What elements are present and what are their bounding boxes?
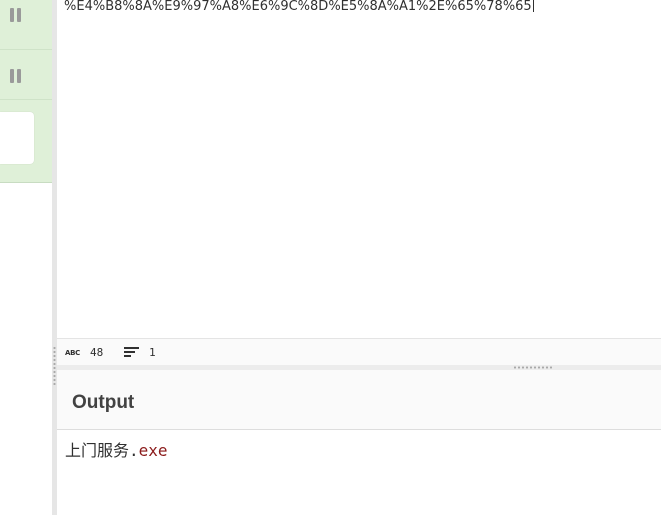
output-textarea[interactable]: 上门服务.exe (57, 430, 661, 515)
line-count: 1 (149, 346, 156, 359)
pause-icon[interactable] (10, 69, 22, 83)
input-status-bar: ABC 48 1 (57, 338, 661, 366)
output-text-main: 上门服务 (65, 441, 130, 460)
input-textarea[interactable]: %E4%B8%8A%E9%97%A8%E6%9C%8D%E5%8A%A1%2E%… (57, 0, 661, 338)
text-caret (532, 0, 534, 12)
drag-handle-icon[interactable] (53, 346, 56, 386)
lines-icon (124, 347, 139, 358)
recipe-operation-2[interactable] (0, 50, 52, 100)
cyberchef-window: %E4%B8%8A%E9%97%A8%E6%9C%8D%E5%8A%A1%2E%… (0, 0, 661, 515)
recipe-operation-argument-box[interactable] (0, 112, 34, 164)
recipe-operation-1[interactable] (0, 0, 52, 50)
output-title: Output (72, 392, 135, 413)
recipe-panel (0, 0, 52, 515)
drag-handle-icon[interactable] (513, 366, 553, 369)
input-text: %E4%B8%8A%E9%97%A8%E6%9C%8D%E5%8A%A1%2E%… (64, 0, 534, 15)
output-header: Output (57, 370, 661, 430)
recipe-operations (0, 0, 52, 183)
character-count: 48 (90, 346, 104, 359)
input-value: %E4%B8%8A%E9%97%A8%E6%9C%8D%E5%8A%A1%2E%… (64, 0, 532, 14)
output-text: 上门服务.exe (65, 437, 168, 461)
characters-icon: ABC (65, 349, 80, 357)
output-text-dot: . (129, 441, 139, 460)
pause-icon[interactable] (10, 8, 22, 22)
output-text-extension: exe (138, 441, 168, 460)
